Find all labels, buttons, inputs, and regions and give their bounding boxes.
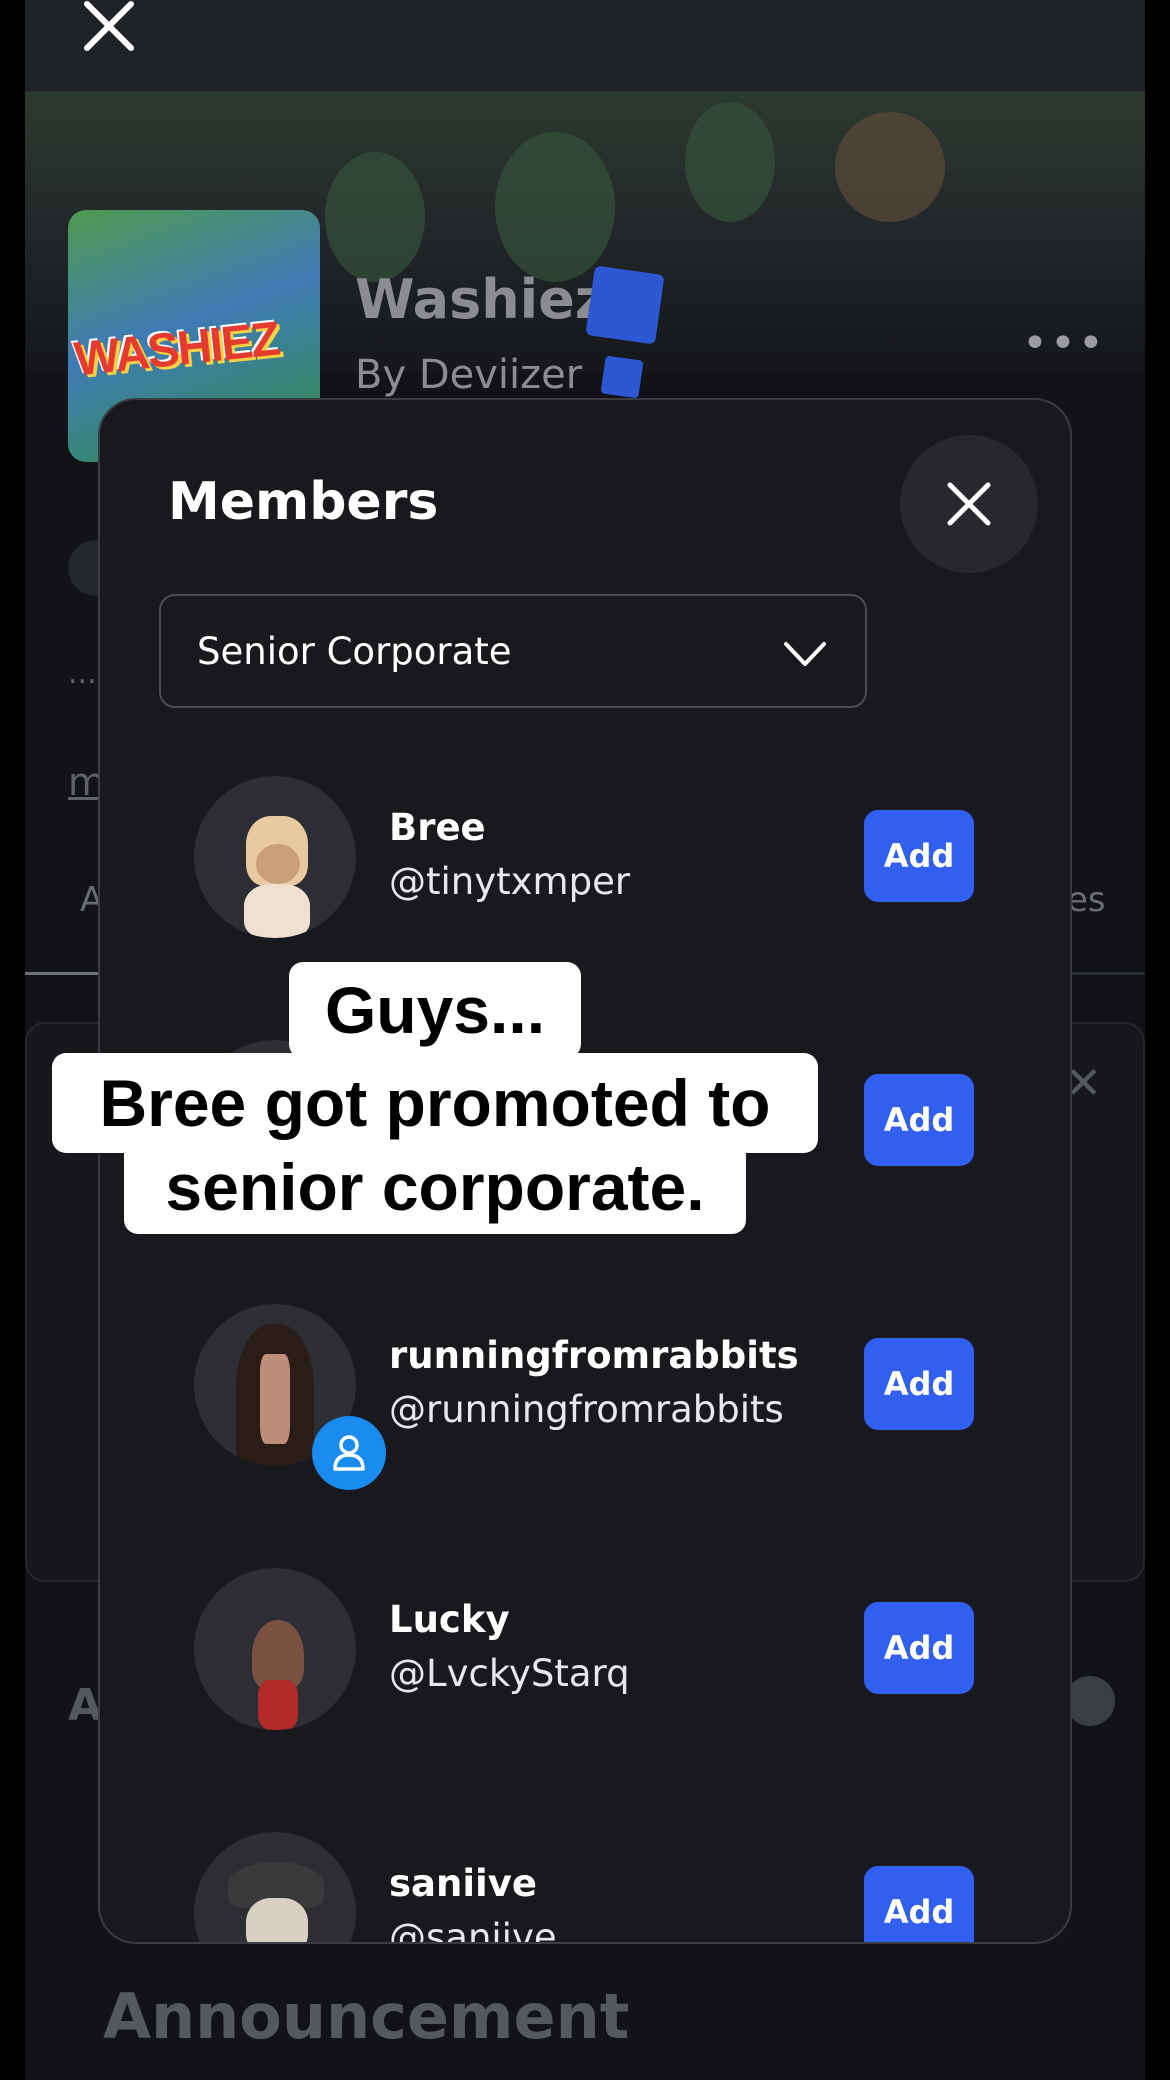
announcement-heading: Announcement [103, 1980, 630, 2053]
add-friend-button[interactable]: Add [864, 810, 974, 902]
member-name: Lucky [389, 1598, 510, 1641]
avatar[interactable] [194, 1568, 356, 1730]
add-friend-button[interactable]: Add [864, 1338, 974, 1430]
member-row: Lucky @LvckyStarq Add [100, 1568, 1070, 1748]
caption-line-2: Bree got promoted to [52, 1053, 818, 1153]
add-friend-button[interactable]: Add [864, 1074, 974, 1166]
tab-right-partial: es [1067, 880, 1106, 920]
background-text-fragment: ... [68, 656, 97, 691]
member-handle: @LvckyStarq [389, 1652, 630, 1695]
top-bar [25, 0, 1145, 92]
add-friend-button[interactable]: Add [864, 1602, 974, 1694]
avatar[interactable] [194, 1832, 356, 1942]
creator-verified-icon [600, 355, 644, 399]
member-name: runningfromrabbits [389, 1334, 799, 1377]
member-name: Bree [389, 806, 486, 849]
caption-line-3: senior corporate. [124, 1140, 746, 1234]
game-creator[interactable]: By Deviizer [355, 352, 582, 398]
add-friend-button[interactable]: Add [864, 1866, 974, 1942]
avatar[interactable] [194, 776, 356, 938]
verified-badge-icon [585, 265, 665, 345]
game-title: Washiez [355, 268, 607, 331]
person-icon [333, 1435, 365, 1471]
member-name: saniive [389, 1862, 537, 1905]
more-options-icon[interactable]: ••• [1022, 318, 1106, 369]
role-dropdown-value: Senior Corporate [197, 629, 512, 673]
role-dropdown[interactable]: Senior Corporate [159, 594, 867, 708]
modal-title: Members [168, 472, 439, 532]
chevron-down-icon [784, 642, 826, 666]
section-heading-partial: A [68, 1680, 103, 1731]
close-icon[interactable] [83, 0, 135, 52]
modal-close-button[interactable] [900, 435, 1038, 573]
user-icon [1065, 1676, 1115, 1726]
member-handle: @saniive [389, 1916, 557, 1944]
game-logo: WASHIEZ [71, 312, 281, 387]
member-row: saniive @saniive Add [100, 1832, 1070, 1944]
member-row: runningfromrabbits @runningfromrabbits A… [100, 1304, 1070, 1490]
close-icon [947, 482, 991, 526]
user-badge-icon [312, 1416, 386, 1490]
member-handle: @runningfromrabbits [389, 1388, 784, 1431]
member-handle: @tinytxmper [389, 860, 631, 903]
caption-line-1: Guys... [289, 962, 581, 1058]
member-row: Bree @tinytxmper Add [100, 776, 1070, 956]
